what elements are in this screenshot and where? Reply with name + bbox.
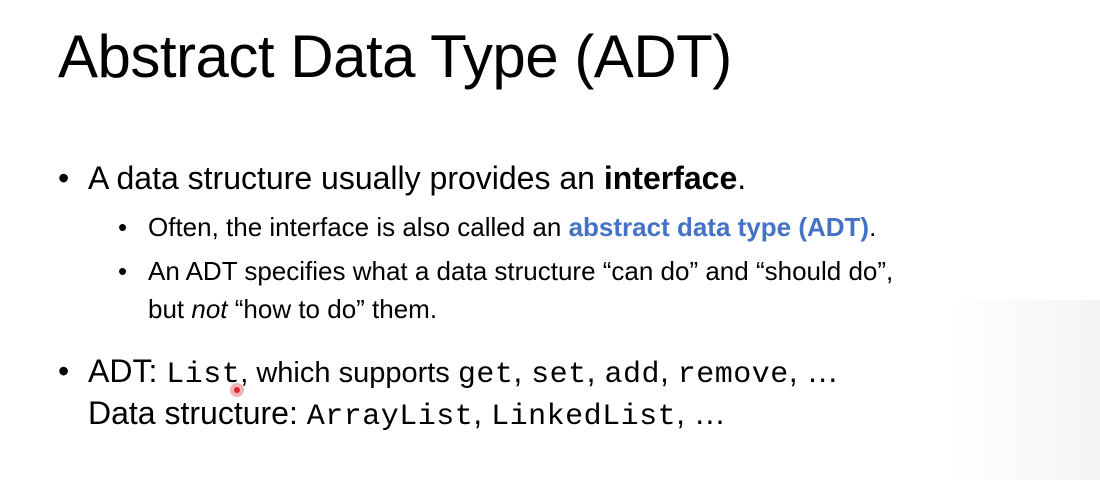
bullet-text: Often, the interface is also called an a… bbox=[148, 212, 876, 243]
bullet-text-part: A data structure usually provides an bbox=[88, 160, 604, 196]
bullet-dot: • bbox=[118, 212, 128, 242]
keyword-interface: interface bbox=[603, 160, 738, 196]
label-adt: ADT: bbox=[88, 353, 167, 389]
emphasis-not: not bbox=[191, 294, 228, 324]
ellipsis: , … bbox=[676, 395, 726, 431]
label-data-structure: Data structure: bbox=[88, 395, 307, 431]
separator: , bbox=[473, 395, 492, 431]
bullet-text-line1: An ADT specifies what a data structure “… bbox=[148, 256, 894, 286]
bullet-text: Data structure: ArrayList, LinkedList, … bbox=[88, 395, 726, 434]
separator: , bbox=[513, 353, 532, 389]
background-shade bbox=[950, 300, 1100, 480]
bullet-dot: • bbox=[58, 353, 70, 389]
bullet-text-part: “how to do” them. bbox=[227, 294, 438, 324]
bullet-text-part: . bbox=[869, 212, 877, 242]
code-get: get bbox=[457, 358, 514, 392]
code-linkedlist: LinkedList bbox=[491, 400, 677, 434]
ellipsis: , … bbox=[788, 353, 839, 389]
bullet-text-part: , which supports bbox=[240, 357, 458, 389]
pointer-dot-icon bbox=[230, 383, 244, 397]
code-set: set bbox=[531, 358, 587, 392]
bullet-text-line2: but not “how to do” them. bbox=[148, 294, 437, 325]
bullet-text-part: but bbox=[148, 294, 192, 324]
bullet-text: A data structure usually provides an int… bbox=[88, 160, 746, 197]
code-arraylist: ArrayList bbox=[306, 400, 474, 434]
slide: Abstract Data Type (ADT) • A data struct… bbox=[0, 0, 1100, 480]
bullet-dot: • bbox=[58, 160, 70, 196]
code-remove: remove bbox=[677, 358, 789, 392]
separator: , bbox=[659, 353, 678, 389]
bullet-dot: • bbox=[118, 256, 128, 286]
keyword-adt: abstract data type (ADT) bbox=[568, 212, 870, 242]
bullet-text-part: . bbox=[737, 160, 747, 196]
code-list: List bbox=[166, 358, 241, 392]
bullet-text: ADT: List, which supports get, set, add,… bbox=[88, 353, 839, 392]
separator: , bbox=[586, 353, 605, 389]
code-add: add bbox=[604, 358, 660, 392]
slide-title: Abstract Data Type (ADT) bbox=[58, 23, 732, 90]
bullet-text-part: Often, the interface is also called an bbox=[148, 212, 569, 242]
